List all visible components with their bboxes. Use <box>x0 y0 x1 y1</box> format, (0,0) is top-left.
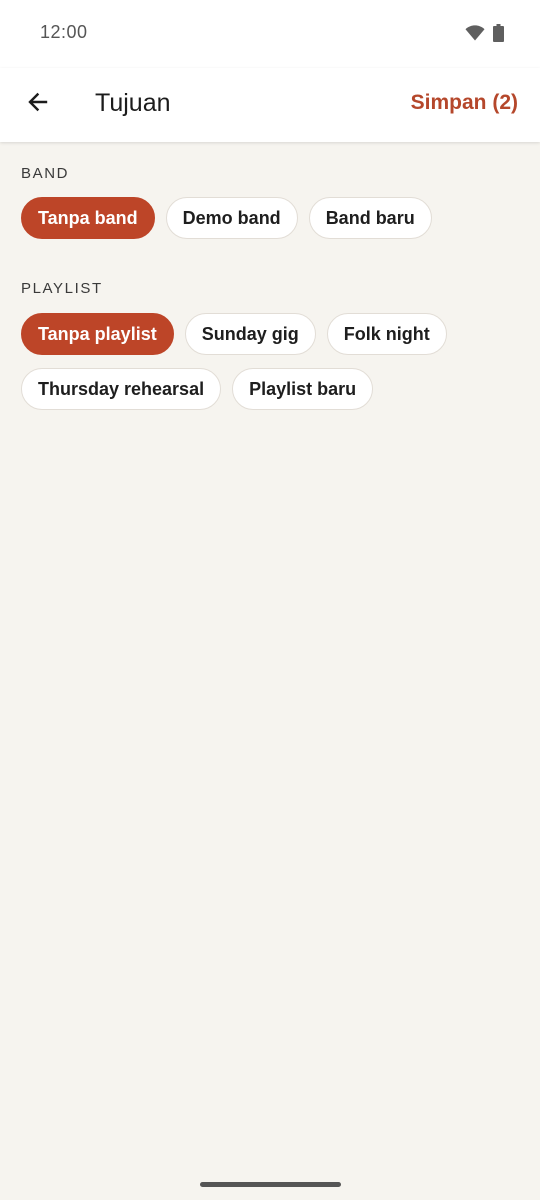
battery-icon <box>493 24 504 47</box>
status-icons <box>465 24 504 47</box>
section-label-band: BAND <box>21 165 70 182</box>
chip-tanpa-band[interactable]: Tanpa band <box>21 197 155 239</box>
arrow-left-icon <box>26 90 50 119</box>
chip-band-baru[interactable]: Band baru <box>308 197 432 239</box>
status-bar: 12:00 <box>0 0 540 68</box>
save-button[interactable]: Simpan (2) <box>411 91 518 115</box>
chip-demo-band[interactable]: Demo band <box>165 197 298 239</box>
chip-playlist-baru[interactable]: Playlist baru <box>232 368 374 410</box>
app-bar: Tujuan Simpan (2) <box>0 68 540 142</box>
section-label-playlist: PLAYLIST <box>21 280 103 297</box>
chip-folk-night[interactable]: Folk night <box>326 313 447 355</box>
chip-tanpa-playlist[interactable]: Tanpa playlist <box>21 313 174 355</box>
status-time: 12:00 <box>40 22 88 42</box>
chip-sunday-gig[interactable]: Sunday gig <box>184 313 316 355</box>
page-title: Tujuan <box>95 89 171 117</box>
chip-thursday-rehearsal[interactable]: Thursday rehearsal <box>21 368 222 410</box>
back-button[interactable] <box>18 84 58 124</box>
band-chip-group: Tanpa band Demo band Band baru <box>21 197 519 239</box>
home-indicator[interactable] <box>200 1182 341 1187</box>
playlist-chip-group: Tanpa playlist Sunday gig Folk night Thu… <box>21 313 519 410</box>
wifi-icon <box>465 25 485 46</box>
